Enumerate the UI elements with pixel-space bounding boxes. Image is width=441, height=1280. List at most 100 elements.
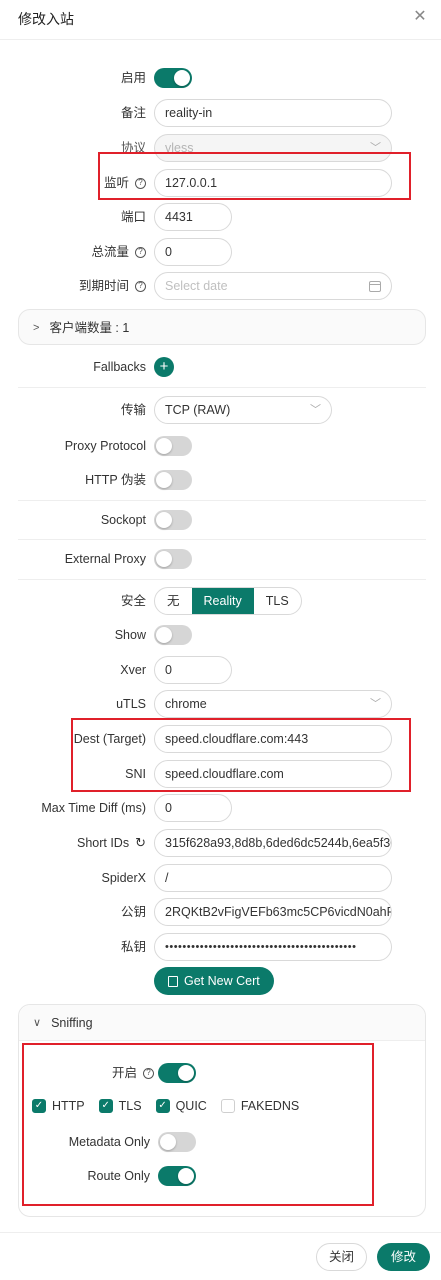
- divider: [18, 387, 426, 388]
- route-only-label: Route Only: [87, 1169, 150, 1183]
- help-icon[interactable]: ?: [135, 246, 146, 258]
- expiry-row: 到期时间? Select date: [0, 270, 441, 302]
- sniffing-options: ✓ HTTP ✓ TLS ✓ QUIC FAKEDNS: [32, 1099, 299, 1113]
- port-row: 端口 4431: [0, 201, 441, 233]
- close-button[interactable]: 关闭: [316, 1243, 368, 1271]
- security-row: 安全 无 Reality TLS: [0, 585, 441, 617]
- close-icon[interactable]: ✕: [411, 8, 429, 26]
- shortids-row: Short IDs ↻ 315f628a93,8d8b,6ded6dc5244b,…: [0, 827, 441, 859]
- spiderx-input[interactable]: /: [154, 864, 392, 892]
- calendar-icon: [369, 281, 381, 292]
- expiry-label: 到期时间?: [79, 270, 146, 302]
- remark-label: 备注: [120, 106, 146, 120]
- metadata-only-switch[interactable]: [158, 1132, 196, 1152]
- chevron-down-icon: ﹀: [310, 404, 321, 416]
- http-camouflage-label: HTTP 伪装: [85, 473, 146, 487]
- sni-label: SNI: [125, 767, 146, 781]
- utls-row: uTLS chrome ﹀: [0, 688, 441, 720]
- divider: [18, 500, 426, 501]
- show-row: Show: [0, 619, 441, 651]
- traffic-label: 总流量?: [91, 236, 146, 268]
- clients-collapse[interactable]: > 客户端数量 : 1: [18, 309, 426, 345]
- sockopt-switch[interactable]: [154, 510, 192, 530]
- security-option-tls[interactable]: TLS: [254, 588, 301, 614]
- maxtime-label: Max Time Diff (ms): [41, 801, 146, 815]
- sniff-http-checkbox[interactable]: ✓ HTTP: [32, 1099, 85, 1113]
- dialog-header: 修改入站 ✕: [0, 0, 441, 40]
- dest-row: Dest (Target) speed.cloudflare.com:443: [0, 723, 441, 755]
- route-only-row: Route Only: [0, 1160, 441, 1192]
- fallbacks-row: Fallbacks +: [0, 351, 441, 383]
- dest-input[interactable]: speed.cloudflare.com:443: [154, 725, 392, 753]
- utls-select[interactable]: chrome ﹀: [154, 690, 392, 718]
- traffic-row: 总流量? 0: [0, 236, 441, 268]
- transport-select[interactable]: TCP (RAW) ﹀: [154, 396, 332, 424]
- external-proxy-switch[interactable]: [154, 549, 192, 569]
- protocol-select[interactable]: vless ﹀: [154, 134, 392, 162]
- protocol-row: 协议 vless ﹀: [0, 132, 441, 164]
- spiderx-label: SpiderX: [101, 871, 146, 885]
- help-icon[interactable]: ?: [135, 177, 146, 189]
- listen-input[interactable]: 127.0.0.1: [154, 169, 392, 197]
- route-only-switch[interactable]: [158, 1166, 196, 1186]
- check-icon: ✓: [32, 1099, 46, 1113]
- document-icon: [168, 975, 178, 987]
- dest-label: Dest (Target): [73, 732, 146, 746]
- sniffing-enable-switch[interactable]: [158, 1063, 196, 1083]
- sniff-tls-checkbox[interactable]: ✓ TLS: [98, 1099, 142, 1113]
- security-option-none[interactable]: 无: [155, 588, 192, 614]
- enable-switch[interactable]: [154, 68, 192, 88]
- sni-input[interactable]: speed.cloudflare.com: [154, 760, 392, 788]
- get-new-cert-wrap: Get New Cert: [154, 967, 274, 995]
- spiderx-row: SpiderX /: [0, 862, 441, 894]
- sniffing-header[interactable]: ∨ Sniffing: [19, 1005, 425, 1041]
- sniffing-enable-row: 开启?: [0, 1057, 441, 1089]
- divider: [18, 579, 426, 580]
- pubkey-input[interactable]: 2RQKtB2vFigVEFb63mc5CP6vicdN0ahP4s: [154, 898, 392, 926]
- sniffing-title: Sniffing: [51, 1015, 93, 1030]
- sni-row: SNI speed.cloudflare.com: [0, 758, 441, 790]
- remark-input[interactable]: reality-in: [154, 99, 392, 127]
- dialog-footer: 关闭 修改: [0, 1232, 441, 1280]
- maxtime-row: Max Time Diff (ms) 0: [0, 792, 441, 824]
- sniffing-enable-label: 开启?: [112, 1057, 154, 1089]
- show-switch[interactable]: [154, 625, 192, 645]
- privkey-input[interactable]: ••••••••••••••••••••••••••••••••••••••••…: [154, 933, 392, 961]
- enable-label: 启用: [120, 71, 146, 85]
- utls-label: uTLS: [116, 697, 146, 711]
- xver-label: Xver: [120, 663, 146, 677]
- http-camouflage-row: HTTP 伪装: [0, 464, 441, 496]
- pubkey-label: 公钥: [120, 905, 146, 919]
- expiry-datepicker[interactable]: Select date: [154, 272, 392, 300]
- check-icon: ✓: [155, 1099, 170, 1113]
- help-icon[interactable]: ?: [135, 280, 146, 292]
- metadata-only-row: Metadata Only: [0, 1126, 441, 1158]
- pubkey-row: 公钥 2RQKtB2vFigVEFb63mc5CP6vicdN0ahP4s: [0, 896, 441, 928]
- xver-input[interactable]: 0: [154, 656, 232, 684]
- port-input[interactable]: 4431: [154, 203, 232, 231]
- traffic-input[interactable]: 0: [154, 238, 232, 266]
- help-icon[interactable]: ?: [143, 1067, 154, 1079]
- divider: [18, 539, 426, 540]
- maxtime-input[interactable]: 0: [154, 794, 232, 822]
- sniff-quic-checkbox[interactable]: ✓ QUIC: [155, 1099, 207, 1113]
- remark-row: 备注 reality-in: [0, 97, 441, 129]
- sniff-fakedns-checkbox[interactable]: FAKEDNS: [220, 1099, 299, 1113]
- sockopt-row: Sockopt: [0, 504, 441, 536]
- refresh-icon[interactable]: ↻: [135, 827, 146, 859]
- add-fallback-button[interactable]: +: [154, 357, 174, 377]
- chevron-down-icon: ﹀: [370, 698, 381, 710]
- security-option-reality[interactable]: Reality: [191, 588, 254, 614]
- submit-button[interactable]: 修改: [377, 1243, 431, 1271]
- show-label: Show: [114, 628, 146, 642]
- get-new-cert-button[interactable]: Get New Cert: [154, 967, 274, 995]
- clients-count-label: 客户端数量 : 1: [49, 321, 130, 335]
- enable-row: 启用: [0, 62, 441, 94]
- check-icon: ✓: [98, 1099, 113, 1113]
- transport-row: 传输 TCP (RAW) ﹀: [0, 394, 441, 426]
- security-label: 安全: [120, 594, 146, 608]
- proxy-protocol-switch[interactable]: [154, 436, 192, 456]
- listen-label: 监听?: [104, 167, 146, 199]
- http-camouflage-switch[interactable]: [154, 470, 192, 490]
- shortids-input[interactable]: 315f628a93,8d8b,6ded6dc5244b,6ea5f30: [154, 829, 392, 857]
